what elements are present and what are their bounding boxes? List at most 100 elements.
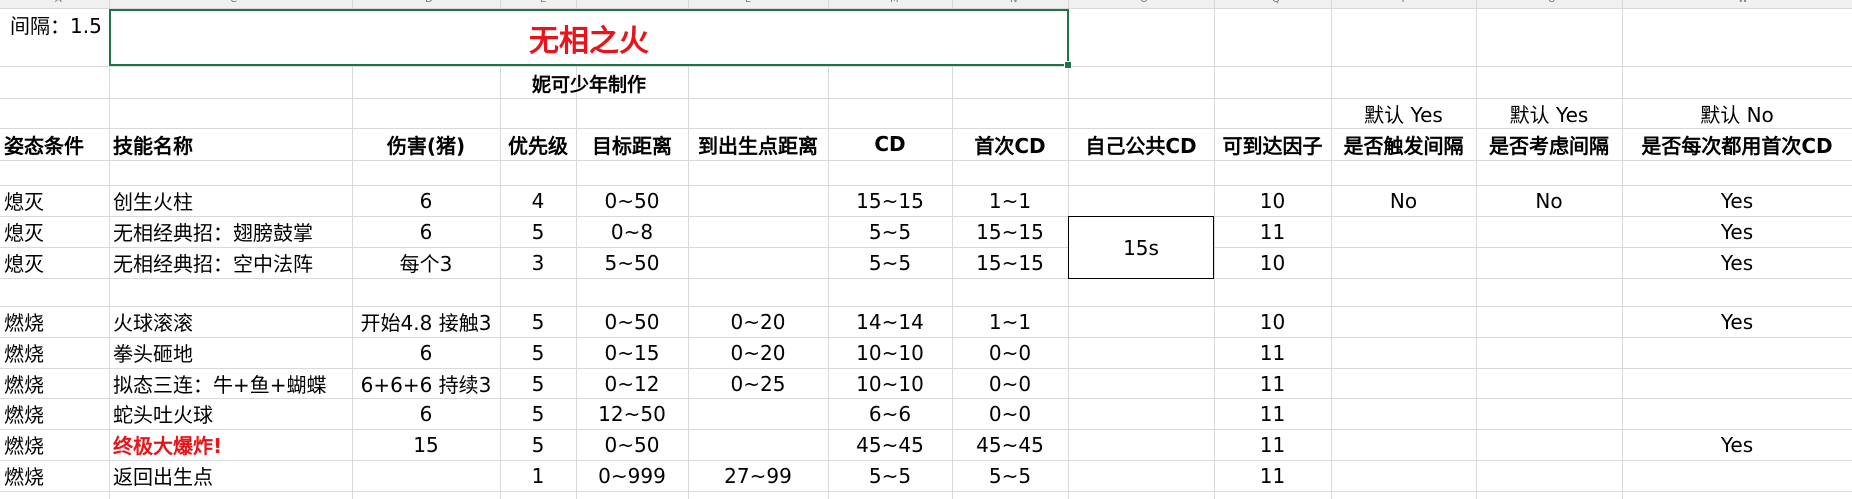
table-cell[interactable]: 燃烧	[0, 337, 109, 368]
table-cell[interactable]: 燃烧	[0, 398, 109, 429]
table-cell[interactable]	[688, 429, 828, 460]
table-cell[interactable]: 11	[1214, 337, 1331, 368]
table-cell[interactable]	[1476, 306, 1622, 337]
table-cell[interactable]	[1331, 460, 1476, 491]
table-cell[interactable]: 10	[1214, 306, 1331, 337]
table-cell[interactable]	[1331, 306, 1476, 337]
table-cell[interactable]: 拳头砸地	[109, 337, 352, 368]
table-cell[interactable]: 熄灭	[0, 216, 109, 247]
table-cell[interactable]: 0~20	[688, 337, 828, 368]
table-cell[interactable]	[1331, 429, 1476, 460]
table-cell[interactable]: 燃烧	[0, 460, 109, 491]
table-cell[interactable]: 5~5	[828, 460, 952, 491]
table-cell[interactable]: 5	[500, 368, 576, 399]
header-cell[interactable]: 到出生点距离	[688, 128, 828, 160]
header-cell[interactable]: 目标距离	[576, 128, 688, 160]
column-letter[interactable]: C	[230, 0, 237, 5]
table-cell[interactable]: 拟态三连：牛+鱼+蝴蝶	[109, 368, 352, 399]
table-cell[interactable]: No	[1476, 185, 1622, 216]
table-cell[interactable]: 每个3	[352, 247, 500, 278]
table-cell[interactable]	[1476, 460, 1622, 491]
table-cell[interactable]: 0~12	[576, 368, 688, 399]
header-cell[interactable]: 优先级	[500, 128, 576, 160]
table-cell[interactable]: 4	[500, 185, 576, 216]
table-cell[interactable]	[1068, 398, 1214, 429]
column-letter[interactable]: W	[1738, 0, 1748, 5]
table-cell[interactable]: 终极大爆炸!	[109, 429, 352, 460]
table-cell[interactable]	[1476, 337, 1622, 368]
table-cell[interactable]: 15~15	[952, 247, 1068, 278]
table-cell[interactable]: Yes	[1622, 216, 1852, 247]
table-cell[interactable]: 5	[500, 429, 576, 460]
table-cell[interactable]	[688, 398, 828, 429]
table-cell[interactable]: 11	[1214, 398, 1331, 429]
table-cell[interactable]: 6+6+6 持续3	[352, 368, 500, 399]
table-cell[interactable]	[1622, 460, 1852, 491]
table-cell[interactable]	[1068, 185, 1214, 216]
table-cell[interactable]: 0~50	[576, 429, 688, 460]
table-cell[interactable]: Yes	[1622, 306, 1852, 337]
table-cell[interactable]: 5	[500, 337, 576, 368]
table-cell[interactable]	[1068, 368, 1214, 399]
column-letter[interactable]: O	[1140, 0, 1148, 5]
default-yes-consider[interactable]: 默认 Yes	[1476, 98, 1622, 128]
table-cell[interactable]: 5~5	[828, 216, 952, 247]
table-cell[interactable]: 无相经典招：翅膀鼓掌	[109, 216, 352, 247]
table-cell[interactable]: 45~45	[828, 429, 952, 460]
table-cell[interactable]: 3	[500, 247, 576, 278]
table-cell[interactable]: Yes	[1622, 185, 1852, 216]
table-cell[interactable]: 15	[352, 429, 500, 460]
table-cell[interactable]: 12~50	[576, 398, 688, 429]
default-yes-trigger[interactable]: 默认 Yes	[1331, 98, 1476, 128]
table-cell[interactable]	[1331, 368, 1476, 399]
table-cell[interactable]	[1331, 216, 1476, 247]
table-cell[interactable]	[1622, 368, 1852, 399]
column-letter[interactable]: U	[1548, 0, 1555, 5]
table-cell[interactable]: 0~25	[688, 368, 828, 399]
table-cell[interactable]: 0~50	[576, 185, 688, 216]
table-cell[interactable]: 5~5	[828, 247, 952, 278]
table-cell[interactable]: 1~1	[952, 185, 1068, 216]
table-cell[interactable]: 10	[1214, 185, 1331, 216]
table-cell[interactable]: 熄灭	[0, 247, 109, 278]
header-cell[interactable]: 伤害(猪)	[352, 128, 500, 160]
header-cell[interactable]: 是否触发间隔	[1331, 128, 1476, 160]
table-cell[interactable]	[1476, 368, 1622, 399]
table-cell[interactable]: 6~6	[828, 398, 952, 429]
table-cell[interactable]: 5	[500, 306, 576, 337]
column-letter[interactable]: T	[1400, 0, 1406, 5]
table-cell[interactable]	[1068, 460, 1214, 491]
sheet-subtitle[interactable]: 妮可少年制作	[109, 68, 1069, 98]
table-cell[interactable]	[1476, 216, 1622, 247]
header-cell[interactable]: 自己公共CD	[1068, 128, 1214, 160]
header-cell[interactable]: 是否每次都用首次CD	[1622, 128, 1852, 160]
table-cell[interactable]: Yes	[1622, 247, 1852, 278]
header-cell[interactable]: CD	[828, 128, 952, 160]
table-cell[interactable]: 创生火柱	[109, 185, 352, 216]
table-cell[interactable]: Yes	[1622, 429, 1852, 460]
column-letter[interactable]: E	[540, 0, 546, 5]
table-cell[interactable]: 5~50	[576, 247, 688, 278]
table-cell[interactable]: 6	[352, 398, 500, 429]
table-cell[interactable]: 11	[1214, 460, 1331, 491]
table-cell[interactable]: 无相经典招：空中法阵	[109, 247, 352, 278]
table-cell[interactable]: 开始4.8 接触3	[352, 306, 500, 337]
table-cell[interactable]: 6	[352, 337, 500, 368]
table-cell[interactable]: 0~0	[952, 337, 1068, 368]
table-cell[interactable]: 蛇头吐火球	[109, 398, 352, 429]
table-cell[interactable]: 45~45	[952, 429, 1068, 460]
table-cell[interactable]: 6	[352, 185, 500, 216]
table-cell[interactable]: 11	[1214, 216, 1331, 247]
table-cell[interactable]: 0~8	[576, 216, 688, 247]
table-cell[interactable]: 返回出生点	[109, 460, 352, 491]
table-cell[interactable]: 0~0	[952, 398, 1068, 429]
table-cell[interactable]	[1622, 398, 1852, 429]
spreadsheet-grid[interactable]: ACDELMNOQTUW 间隔：1.5 无相之火 妮可少年制作 默认 Yes 默…	[0, 0, 1852, 499]
table-cell[interactable]	[1068, 306, 1214, 337]
table-cell[interactable]: 5	[500, 216, 576, 247]
table-cell[interactable]	[1331, 337, 1476, 368]
table-cell[interactable]: 6	[352, 216, 500, 247]
table-cell[interactable]	[1622, 337, 1852, 368]
header-cell[interactable]: 姿态条件	[0, 128, 109, 160]
table-cell[interactable]: 燃烧	[0, 368, 109, 399]
